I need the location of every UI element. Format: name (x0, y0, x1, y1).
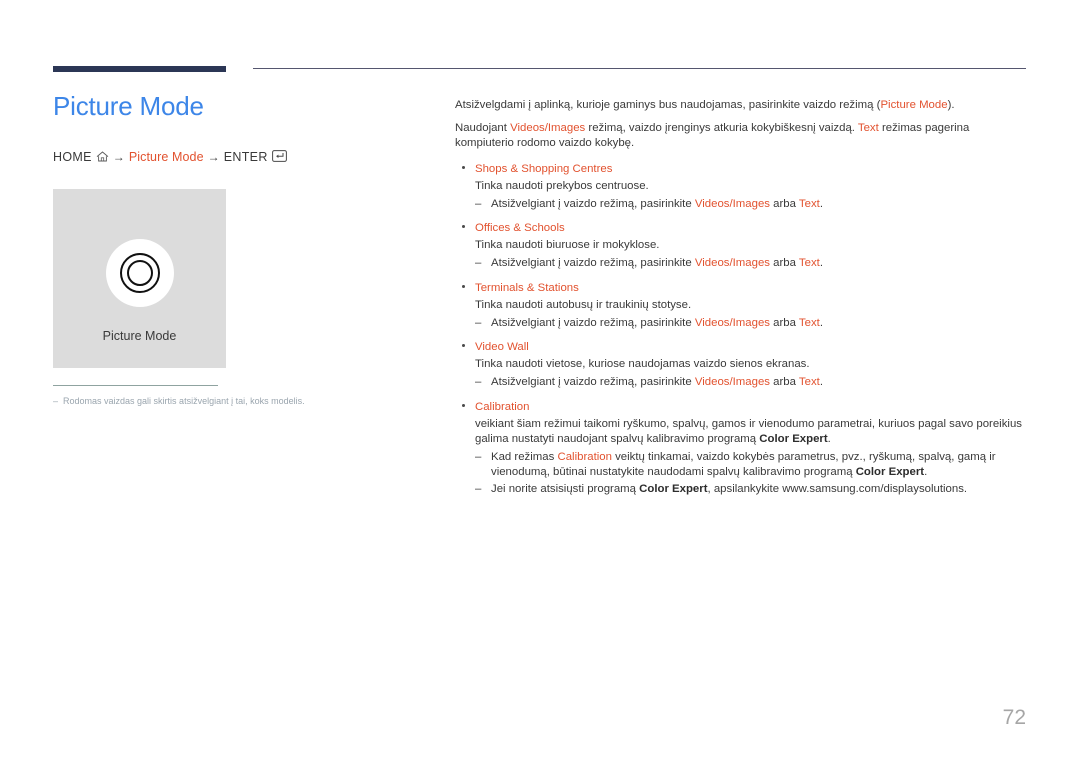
list-item-description: veikiant šiam režimui taikomi ryškumo, s… (475, 417, 1027, 447)
sub-list-part-a: Atsižvelgiant į vaizdo režimą, pasirinki… (491, 257, 695, 269)
breadcrumb-arrow-2: → (207, 150, 220, 165)
sub-list-dash: – (475, 482, 482, 495)
intro-paragraph-2: Naudojant Videos/Images režimą, vaizdo į… (455, 121, 1027, 152)
sub-list-part-c: . (819, 257, 823, 269)
page-title: Picture Mode (53, 91, 204, 121)
intro-paragraph-1-part-b: ). (947, 99, 955, 111)
sub-list-accent-1: Videos/Images (694, 197, 770, 210)
sub-list-part-c: . (819, 376, 823, 388)
sub-list: – Atsižvelgiant į vaizdo režimą, pasirink… (475, 197, 1027, 213)
sub-list: – Atsižvelgiant į vaizdo režimą, pasirink… (475, 256, 1027, 272)
intro-paragraph-2-accent-2: Text (857, 121, 879, 134)
sub-list-item: – Atsižvelgiant į vaizdo režimą, pasirink… (475, 197, 1027, 213)
sub-list: – Atsižvelgiant į vaizdo režimą, pasirink… (475, 316, 1027, 332)
list-item: Terminals & Stations Tinka naudoti autob… (455, 280, 1027, 332)
calibration-desc-part-a: veikiant šiam režimui taikomi ryškumo, s… (475, 417, 1022, 445)
calibration-sub1-accent: Calibration (557, 450, 612, 463)
intro-paragraph-2-part-b: režimą, vaizdo įrenginys atkuria kokybiš… (585, 121, 858, 134)
sub-list-dash: – (475, 316, 482, 329)
sub-list-part-a: Atsižvelgiant į vaizdo režimą, pasirinki… (491, 376, 695, 388)
list-item-description: Tinka naudoti prekybos centruose. (475, 179, 649, 192)
list-item-calibration: Calibration veikiant šiam režimui taikom… (455, 399, 1027, 498)
page-number: 72 (1002, 706, 1026, 729)
list-item-description: Tinka naudoti autobusų ir traukinių stot… (475, 298, 692, 311)
sub-list-item: – Atsižvelgiant į vaizdo režimą, pasirink… (475, 316, 1027, 332)
intro-paragraph-1-part-a: Atsižvelgdami į aplinką, kurioje gaminys… (455, 99, 881, 111)
calibration-sub2-part-a: Jei norite atsisiųsti programą (491, 482, 640, 495)
header-rule-thick (53, 66, 226, 72)
sub-list-item: – Kad režimas Calibration veiktų tinkamai… (475, 450, 1027, 481)
sub-list-part-b: arba (770, 257, 799, 269)
sub-list-item: – Atsižvelgiant į vaizdo režimą, pasirink… (475, 256, 1027, 272)
footnote-dash: – (53, 396, 59, 406)
sub-list-item: – Atsižvelgiant į vaizdo režimą, pasirink… (475, 375, 1027, 391)
calibration-desc-part-b: . (827, 432, 831, 445)
sub-list: – Atsižvelgiant į vaizdo režimą, pasirink… (475, 375, 1027, 391)
sub-list-accent-2: Text (798, 376, 820, 388)
intro-paragraph-1: Atsižvelgdami į aplinką, kurioje gaminys… (455, 98, 1027, 114)
list-item-title: Terminals & Stations (475, 281, 579, 294)
calibration-desc-bold: Color Expert (759, 432, 828, 445)
intro-paragraph-2-part-a: Naudojant (455, 121, 511, 134)
sub-list-accent-1: Videos/Images (694, 257, 770, 269)
sub-list-part-c: . (819, 197, 823, 210)
calibration-sub2-part-b: , apsilankykite www.samsung.com/displays… (707, 482, 968, 495)
sub-list-accent-1: Videos/Images (694, 376, 770, 388)
calibration-sub1-part-c: . (924, 466, 928, 478)
list-item: Offices & Schools Tinka naudoti biuruose… (455, 220, 1027, 272)
sub-list-part-b: arba (770, 376, 799, 388)
sub-list-accent-2: Text (798, 316, 820, 329)
sub-list-accent-1: Videos/Images (694, 316, 770, 329)
breadcrumb-home-label: HOME (53, 150, 92, 165)
list-item-description: Tinka naudoti biuruose ir mokyklose. (475, 239, 660, 251)
list-item-title: Offices & Schools (475, 222, 565, 234)
calibration-sub1-bold: Color Expert (855, 466, 925, 478)
sub-list-dash: – (475, 376, 482, 388)
illustration-panel: Picture Mode (53, 189, 226, 368)
home-icon (96, 150, 109, 165)
sub-list-dash: – (475, 450, 482, 463)
header-rule-thin (253, 68, 1026, 69)
breadcrumb-middle-label: Picture Mode (128, 150, 204, 165)
calibration-sub2-bold: Color Expert (639, 482, 708, 495)
intro-paragraph-2-accent-1: Videos/Images (510, 121, 586, 134)
breadcrumb-enter-label: ENTER (223, 150, 268, 165)
sub-list-item: – Jei norite atsisiųsti programą Color Ex… (475, 482, 1027, 498)
double-circle-icon-outer-ring (119, 253, 160, 293)
list-item: Video Wall Tinka naudoti vietose, kurios… (455, 339, 1027, 391)
header-rules (0, 63, 1080, 75)
sub-list-dash: – (475, 257, 482, 269)
footnote-divider (53, 385, 218, 386)
illustration-caption: Picture Mode (102, 329, 177, 343)
list-item-description: Tinka naudoti vietose, kuriose naudojama… (475, 358, 810, 370)
sub-list-part-c: . (819, 316, 823, 329)
breadcrumb: HOME → Picture Mode → ENTER (53, 150, 413, 165)
list-item-title: Video Wall (475, 341, 529, 353)
footnote-block: – Rodomas vaizdas gali skirtis atsižvelg… (53, 385, 353, 408)
calibration-sub1-part-a: Kad režimas (491, 450, 558, 463)
double-circle-icon-inner-ring (126, 260, 153, 286)
main-content: Atsižvelgdami į aplinką, kurioje gaminys… (455, 98, 1027, 505)
intro-paragraph-1-accent: Picture Mode (880, 99, 948, 111)
sub-list: – Kad režimas Calibration veiktų tinkamai… (475, 450, 1027, 498)
sub-list-part-a: Atsižvelgiant į vaizdo režimą, pasirinki… (491, 316, 695, 329)
list-item: Shops & Shopping Centres Tinka naudoti p… (455, 161, 1027, 213)
list-item-title: Shops & Shopping Centres (475, 162, 613, 175)
list-item-title: Calibration (475, 400, 530, 413)
sub-list-accent-2: Text (798, 197, 820, 210)
breadcrumb-arrow-1: → (112, 150, 125, 165)
left-column: Picture Mode HOME → Picture Mode → ENTER (53, 90, 413, 165)
footnote: – Rodomas vaizdas gali skirtis atsižvelg… (53, 395, 353, 408)
enter-key-icon (271, 150, 287, 165)
sub-list-part-a: Atsižvelgiant į vaizdo režimą, pasirinki… (491, 197, 695, 210)
sub-list-accent-2: Text (798, 257, 820, 269)
sub-list-dash: – (475, 197, 482, 210)
sub-list-part-b: arba (770, 197, 799, 210)
double-circle-icon (105, 239, 174, 307)
sub-list-part-b: arba (770, 316, 799, 329)
picture-mode-list: Shops & Shopping Centres Tinka naudoti p… (455, 161, 1027, 498)
footnote-text: Rodomas vaizdas gali skirtis atsižvelgia… (63, 396, 305, 406)
